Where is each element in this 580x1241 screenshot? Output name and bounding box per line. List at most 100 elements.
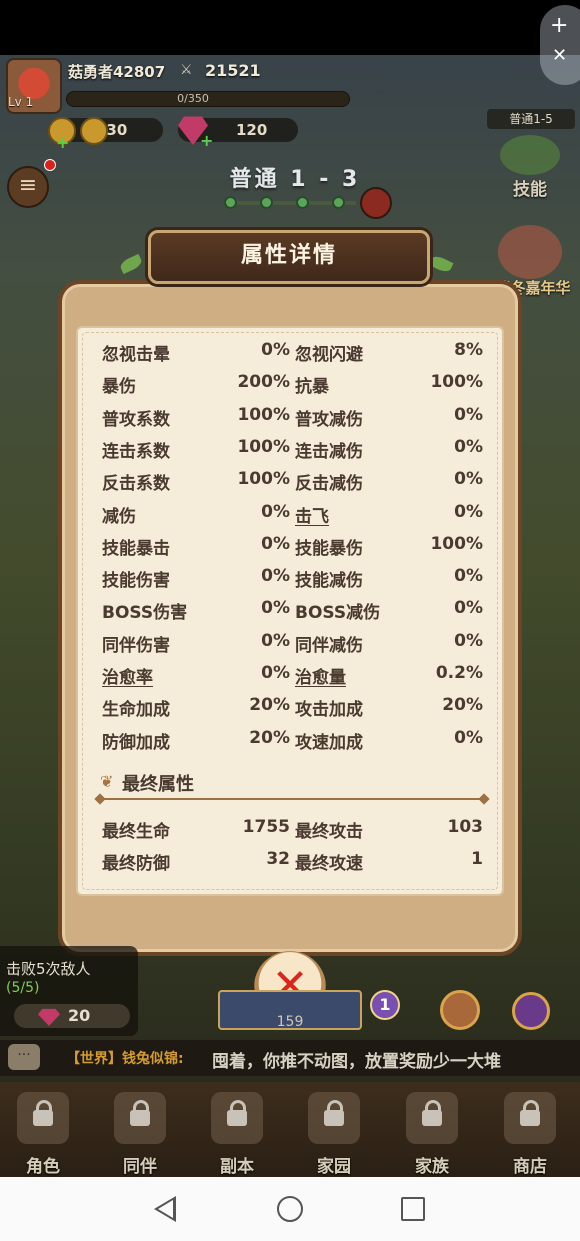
card-count-badge[interactable]: 1 xyxy=(370,990,400,1020)
stat-value: 0% xyxy=(454,630,483,651)
home-icon[interactable] xyxy=(277,1196,303,1222)
stat-label: 技能暴伤 xyxy=(295,538,363,559)
stat-value: 0% xyxy=(261,566,290,587)
add-gold-icon[interactable]: + xyxy=(56,133,69,152)
stage-node xyxy=(332,196,345,209)
stat-label: 减伤 xyxy=(102,506,136,527)
lock-icon xyxy=(520,1100,540,1126)
stat-label: 普攻系数 xyxy=(102,409,170,430)
nav-partner[interactable]: 同伴 xyxy=(100,1088,180,1177)
stat-label: 防御加成 xyxy=(102,732,170,753)
stat-value: 0% xyxy=(454,469,483,490)
stat-label: 技能伤害 xyxy=(102,571,170,592)
stat-label[interactable]: 击飞 xyxy=(295,502,329,527)
stat-value: 0.2% xyxy=(435,663,483,683)
lock-icon xyxy=(422,1100,442,1126)
stage-title: 普通 1 - 3 xyxy=(229,167,361,192)
stat-value: 0% xyxy=(261,533,290,554)
player-name: 菇勇者42807 xyxy=(68,63,166,81)
xp-text: 0/350 xyxy=(177,92,209,105)
lock-icon xyxy=(324,1100,344,1126)
stat-label: 连击减伤 xyxy=(295,441,363,462)
stat-label: 普攻减伤 xyxy=(295,409,363,430)
stat-value: 20% xyxy=(249,695,290,716)
status-bar xyxy=(0,0,580,55)
stat-label: 反击减伤 xyxy=(295,474,363,495)
boss-icon[interactable] xyxy=(360,187,392,219)
stat-value: 0% xyxy=(454,501,483,522)
nav-home[interactable]: 家园 xyxy=(294,1088,374,1177)
nav-shop[interactable]: 商店 xyxy=(490,1088,570,1177)
event-icon[interactable] xyxy=(498,225,562,279)
swords-icon: ⚔ xyxy=(180,62,193,78)
nav-dungeon[interactable]: 副本 xyxy=(197,1088,277,1177)
nav-label: 同伴 xyxy=(123,1157,157,1177)
stat-label: 反击系数 xyxy=(102,474,170,495)
chest-count: 159 xyxy=(276,1014,304,1030)
stat-value: 200% xyxy=(237,372,290,393)
skills-button[interactable]: 技能 xyxy=(500,175,560,200)
shield-icon[interactable] xyxy=(512,992,550,1030)
stat-value: 0% xyxy=(261,598,290,619)
menu-button[interactable]: ≡ xyxy=(7,166,49,208)
quest-reward-button[interactable]: 20 xyxy=(14,1004,130,1028)
plus-icon[interactable]: + xyxy=(550,13,568,38)
stat-label: 暴伤 xyxy=(102,377,136,398)
stat-label[interactable]: 治愈量 xyxy=(295,663,346,688)
stat-value: 0% xyxy=(261,663,290,683)
stat-value: 100% xyxy=(430,372,483,393)
add-gem-icon[interactable]: + xyxy=(200,131,213,150)
stat-label: 最终攻速 xyxy=(295,854,363,874)
stat-value: 0% xyxy=(261,340,290,360)
stat-value: 100% xyxy=(237,469,290,490)
stat-value: 0% xyxy=(454,598,483,619)
stat-label: 抗暴 xyxy=(295,377,329,398)
back-icon[interactable] xyxy=(154,1196,176,1222)
stat-label: 技能暴击 xyxy=(102,538,170,559)
stat-label: 忽视闪避 xyxy=(295,345,363,365)
stat-value: 0% xyxy=(454,727,483,748)
stat-value: 103 xyxy=(447,817,484,837)
stat-value: 100% xyxy=(237,404,290,425)
stat-value: 1 xyxy=(471,849,483,869)
stat-value: 1755 xyxy=(242,817,290,837)
stat-label[interactable]: 治愈率 xyxy=(102,663,153,688)
chat-message: 囤着，你推不动图，放置奖励少一大堆 xyxy=(212,1052,501,1072)
stat-label: 技能减伤 xyxy=(295,571,363,592)
stat-label: BOSS伤害 xyxy=(102,603,188,624)
stat-label: 最终攻击 xyxy=(295,822,363,842)
stage-node xyxy=(296,196,309,209)
chat-icon[interactable]: ··· xyxy=(8,1044,40,1070)
combat-power: 21521 xyxy=(205,61,261,80)
stat-value: 0% xyxy=(454,566,483,587)
nav-label: 家族 xyxy=(415,1157,449,1177)
recent-apps-icon[interactable] xyxy=(401,1197,425,1221)
stat-label: 同伴减伤 xyxy=(295,635,363,656)
close-icon[interactable]: ✕ xyxy=(552,45,567,66)
stat-label: 最终生命 xyxy=(102,822,170,842)
quest-progress: (5/5) xyxy=(6,980,40,996)
final-stats-header: 最终属性 xyxy=(122,774,194,795)
notification-dot xyxy=(44,159,56,171)
skills-icon[interactable] xyxy=(500,135,560,175)
stat-label: 攻击加成 xyxy=(295,700,363,721)
stat-value: 100% xyxy=(237,436,290,457)
nav-role[interactable]: 角色 xyxy=(3,1088,83,1177)
coin-stack-icon xyxy=(80,117,108,145)
stat-label: 攻速加成 xyxy=(295,732,363,753)
gear-icon[interactable] xyxy=(440,990,480,1030)
modal-title: 属性详情 xyxy=(240,243,337,268)
stat-value: 0% xyxy=(454,404,483,425)
lock-icon xyxy=(33,1100,53,1126)
quest-title: 击败5次敌人 xyxy=(6,960,91,978)
floating-tool-panel[interactable]: + ✕ xyxy=(540,5,580,85)
stat-label: 忽视击晕 xyxy=(102,345,170,365)
stat-value: 8% xyxy=(454,340,483,360)
stage-indicator: 普通1-5 xyxy=(487,109,575,129)
stat-value: 100% xyxy=(430,533,483,554)
stage-node xyxy=(260,196,273,209)
player-level: Lv 1 xyxy=(8,95,34,109)
stat-label: 同伴伤害 xyxy=(102,635,170,656)
nav-label: 家园 xyxy=(317,1157,351,1177)
nav-family[interactable]: 家族 xyxy=(392,1088,472,1177)
